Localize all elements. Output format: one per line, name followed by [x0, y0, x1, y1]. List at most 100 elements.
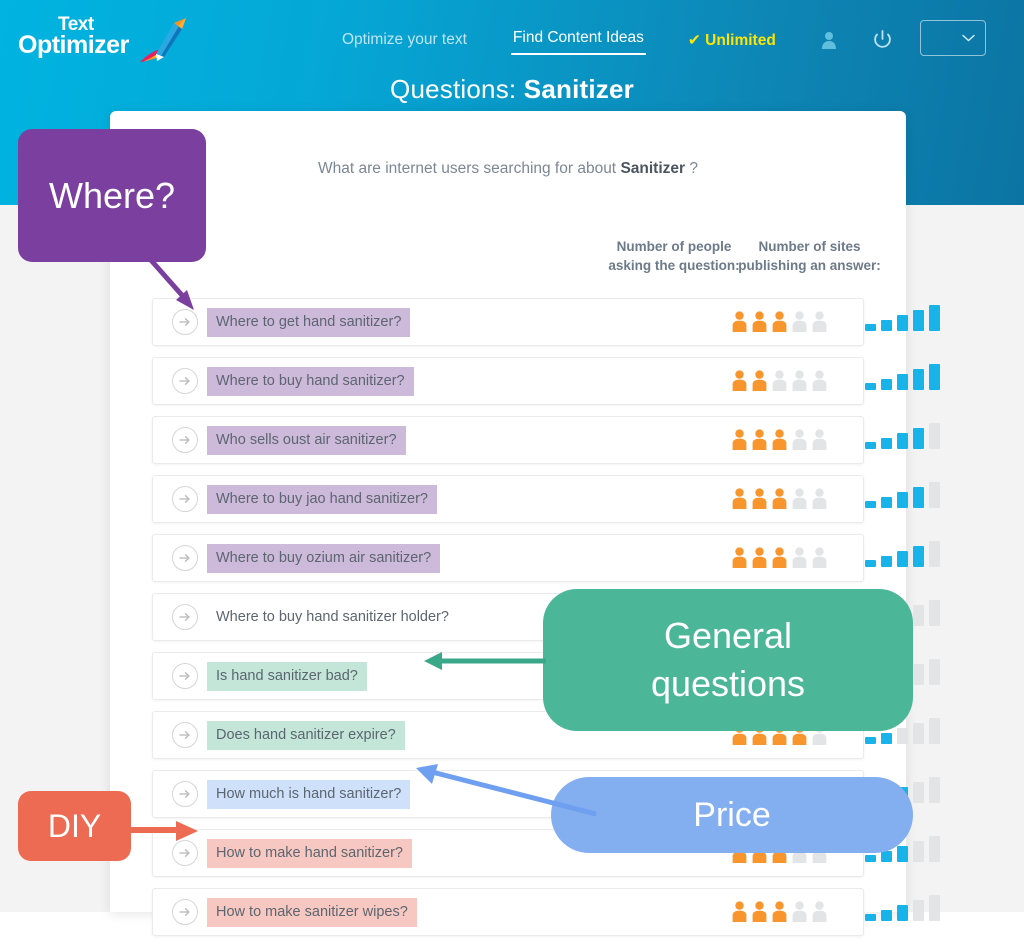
people-count-indicator [731, 358, 828, 404]
annotation-where-label: Where? [48, 174, 176, 216]
person-icon [772, 488, 787, 509]
people-count-indicator [731, 889, 828, 935]
bar [865, 560, 876, 567]
arrow-right-circle-icon[interactable] [172, 663, 198, 689]
arrow-right-circle-icon[interactable] [172, 899, 198, 925]
bar [929, 541, 940, 567]
chevron-down-icon [962, 34, 975, 42]
person-icon [792, 901, 807, 922]
language-select[interactable] [920, 20, 986, 56]
card-question-keyword: Sanitizer [620, 160, 686, 177]
table-row[interactable]: Who sells oust air sanitizer? [152, 416, 940, 464]
person-icon [792, 488, 807, 509]
person-icon [812, 311, 827, 332]
question-text[interactable]: Where to get hand sanitizer? [207, 307, 411, 337]
question-text[interactable]: Does hand sanitizer expire? [207, 720, 405, 750]
table-row[interactable]: Where to buy ozium air sanitizer? [152, 534, 940, 582]
bar [865, 383, 876, 390]
bar [897, 374, 908, 390]
arrow-right-circle-icon[interactable] [172, 427, 198, 453]
person-icon [772, 547, 787, 568]
question-text[interactable]: Is hand sanitizer bad? [207, 661, 367, 691]
person-icon [812, 488, 827, 509]
user-icon[interactable] [818, 28, 840, 52]
bar [865, 501, 876, 508]
question-text[interactable]: How to make sanitizer wipes? [207, 897, 417, 927]
app-page: Text Optimizer Optimize your text Find C… [0, 0, 1024, 936]
question-text[interactable]: Where to buy jao hand sanitizer? [207, 484, 437, 514]
people-count-indicator [731, 417, 828, 463]
bar [913, 428, 924, 449]
people-count-indicator [731, 476, 828, 522]
bar [929, 836, 940, 862]
table-row[interactable]: Where to get hand sanitizer? [152, 298, 940, 346]
logo[interactable]: Text Optimizer [18, 12, 188, 68]
person-icon [752, 370, 767, 391]
table-row[interactable]: Where to buy jao hand sanitizer? [152, 475, 940, 523]
page-title-keyword: Sanitizer [523, 74, 634, 104]
sites-count-indicator [865, 299, 940, 345]
person-icon [752, 429, 767, 450]
annotation-diy-label: DIY [47, 807, 102, 844]
bar [865, 855, 876, 862]
sites-count-indicator [865, 358, 940, 404]
bar [913, 605, 924, 626]
card-question-prefix: What are internet users searching for ab… [318, 160, 617, 177]
card-question-suffix: ? [689, 160, 698, 177]
person-icon [732, 370, 747, 391]
page-title-prefix: Questions: [390, 74, 517, 104]
bar [913, 546, 924, 567]
nav-link-optimize-your-text[interactable]: Optimize your text [340, 27, 469, 53]
question-text[interactable]: Where to buy hand sanitizer holder? [207, 603, 458, 632]
bar [865, 737, 876, 744]
bar [897, 433, 908, 449]
bar [881, 851, 892, 862]
arrow-right-circle-icon[interactable] [172, 722, 198, 748]
person-icon [792, 429, 807, 450]
question-text[interactable]: Where to buy ozium air sanitizer? [207, 543, 441, 573]
bar [897, 315, 908, 331]
arrow-right-circle-icon[interactable] [172, 545, 198, 571]
nav-link-find-content-ideas[interactable]: Find Content Ideas [510, 25, 646, 55]
question-text[interactable]: How much is hand sanitizer? [207, 779, 411, 809]
bar [913, 782, 924, 803]
person-icon [752, 311, 767, 332]
arrow-right-circle-icon[interactable] [172, 309, 198, 335]
arrow-right-circle-icon[interactable] [172, 368, 198, 394]
bar [865, 914, 876, 921]
bar [929, 423, 940, 449]
sites-count-indicator [865, 476, 940, 522]
bar [881, 733, 892, 744]
annotation-where: Where? [18, 129, 206, 262]
question-text[interactable]: Who sells oust air sanitizer? [207, 425, 406, 455]
bar [913, 900, 924, 921]
bar [897, 492, 908, 508]
plan-badge-unlimited[interactable]: ✔ Unlimited [688, 31, 776, 50]
bar [881, 497, 892, 508]
person-icon [792, 311, 807, 332]
person-icon [792, 370, 807, 391]
person-icon [772, 311, 787, 332]
person-icon [812, 370, 827, 391]
person-icon [732, 311, 747, 332]
bar [913, 841, 924, 862]
arrow-right-circle-icon[interactable] [172, 840, 198, 866]
power-icon[interactable] [872, 28, 894, 52]
arrow-right-circle-icon[interactable] [172, 604, 198, 630]
question-text[interactable]: How to make hand sanitizer? [207, 838, 412, 868]
annotation-diy: DIY [18, 791, 131, 861]
person-icon [752, 488, 767, 509]
arrow-right-circle-icon[interactable] [172, 781, 198, 807]
arrow-right-circle-icon[interactable] [172, 486, 198, 512]
table-row[interactable]: Where to buy hand sanitizer? [152, 357, 940, 405]
bar [929, 659, 940, 685]
question-text[interactable]: Where to buy hand sanitizer? [207, 366, 414, 396]
person-icon [772, 370, 787, 391]
annotation-price: Price [551, 777, 913, 853]
bar [881, 379, 892, 390]
people-count-indicator [731, 299, 828, 345]
person-icon [732, 901, 747, 922]
table-row[interactable]: How to make sanitizer wipes? [152, 888, 940, 936]
bar [865, 442, 876, 449]
annotation-price-label: Price [693, 795, 771, 834]
